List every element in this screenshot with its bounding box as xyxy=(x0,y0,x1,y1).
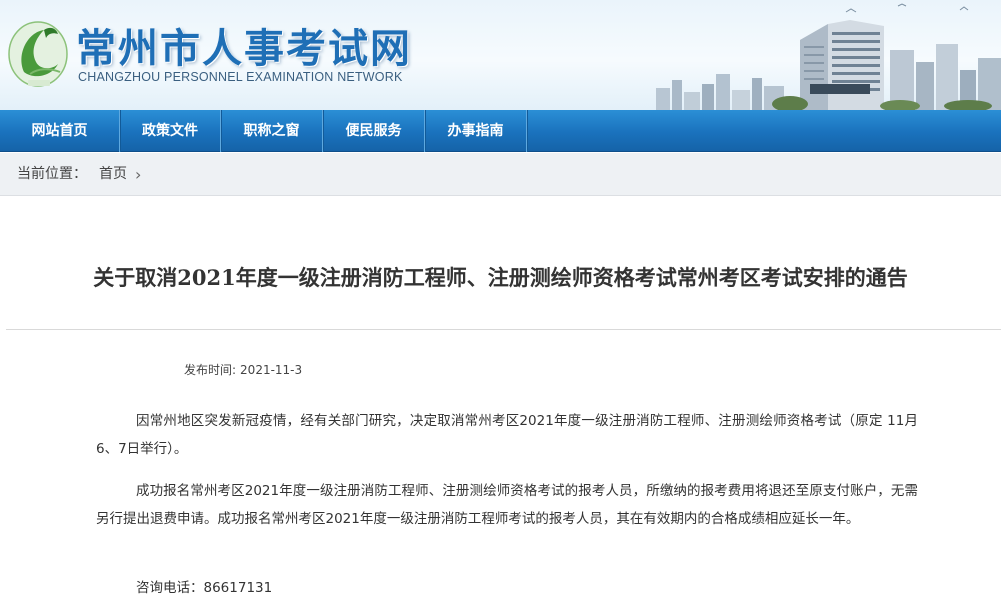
title-divider xyxy=(6,329,1001,330)
contact-info: 咨询电话：86617131 xyxy=(136,574,272,602)
contact-phone: 86617131 xyxy=(203,580,273,596)
site-subtitle: CHANGZHOU PERSONNEL EXAMINATION NETWORK xyxy=(78,70,403,84)
main-nav: 网站首页 政策文件 职称之窗 便民服务 办事指南 xyxy=(0,110,1001,152)
breadcrumb-label: 当前位置： xyxy=(17,166,87,182)
publish-date: 2021-11-3 xyxy=(240,363,303,377)
publish-info: 发布时间: 2021-11-3 xyxy=(184,361,306,378)
contact-label: 咨询电话： xyxy=(136,580,204,596)
chevron-right-icon: › xyxy=(135,165,142,184)
article-title: 关于取消2021年度一级注册消防工程师、注册测绘师资格考试常州考区考试安排的通告 xyxy=(93,265,908,290)
nav-item-guide[interactable]: 办事指南 xyxy=(425,110,527,152)
article-paragraph: 成功报名常州考区2021年度一级注册消防工程师、注册测绘师资格考试的报考人员，所… xyxy=(96,483,918,527)
site-title: 常州市人事考试网 xyxy=(76,26,412,72)
site-header: 常州市人事考试网 CHANGZHOU PERSONNEL EXAMINATION… xyxy=(0,0,1001,110)
city-skyline-image xyxy=(656,3,1001,110)
nav-item-home[interactable]: 网站首页 xyxy=(0,110,120,152)
breadcrumb: 当前位置： 首页 › xyxy=(0,153,1001,196)
swan-logo-icon[interactable] xyxy=(6,14,70,90)
publish-label: 发布时间: xyxy=(184,363,237,377)
nav-item-policy[interactable]: 政策文件 xyxy=(120,110,221,152)
nav-item-services[interactable]: 便民服务 xyxy=(323,110,425,152)
nav-item-titles[interactable]: 职称之窗 xyxy=(221,110,323,152)
article-paragraph: 因常州地区突发新冠疫情，经有关部门研究，决定取消常州考区2021年度一级注册消防… xyxy=(96,413,918,457)
breadcrumb-home-link[interactable]: 首页 xyxy=(99,153,127,196)
